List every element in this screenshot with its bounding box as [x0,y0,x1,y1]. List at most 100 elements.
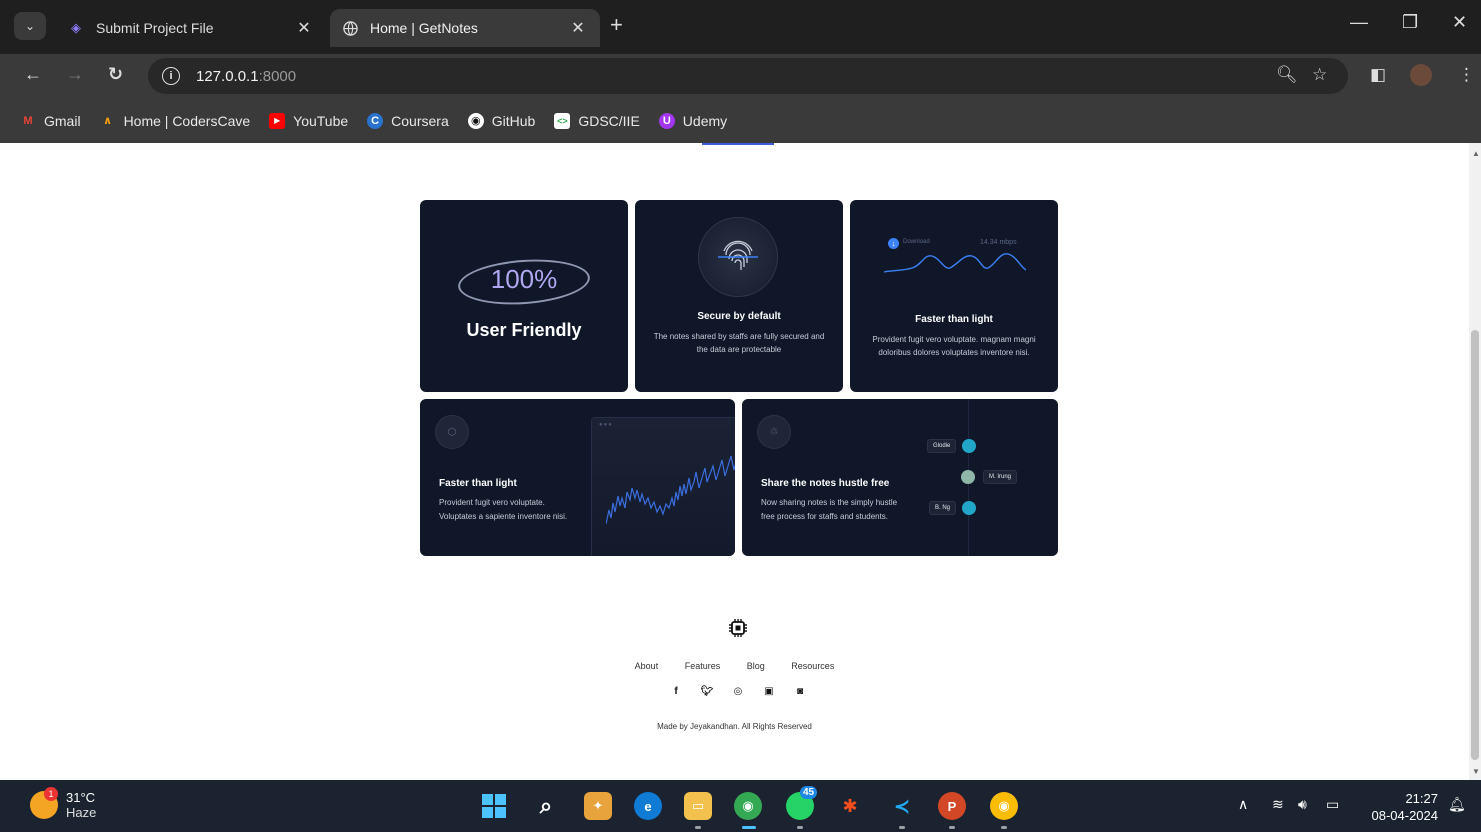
volume-icon[interactable]: 🔊︎ [1298,796,1307,813]
card-title: Secure by default [697,311,781,322]
scroll-up-icon[interactable]: ▲ [1472,149,1480,158]
footer-links: About Features Blog Resources [0,661,1469,671]
bookmark-youtube[interactable]: ▶ YouTube [269,112,349,129]
person-bng: B. Ng [929,501,977,515]
card-description: Provident fugit vero voluptate. Voluptat… [439,498,568,521]
figma-icon[interactable]: ✱ [836,792,864,820]
card-description: The notes shared by staffs are fully sec… [653,332,825,354]
chip-logo-icon[interactable] [728,618,748,638]
app-running-indicator [1001,826,1007,829]
powerpoint-icon[interactable]: P [938,792,966,820]
bookmark-label: Udemy [682,112,728,129]
menu-icon[interactable]: ⋮ [1458,65,1475,85]
new-tab-icon[interactable]: + [610,12,623,38]
feature-card-share: ♲ Share the notes hustle free Now sharin… [742,399,1058,556]
footer-link-blog[interactable]: Blog [747,661,765,671]
chrome-profile-icon[interactable]: ◉ [990,792,1018,820]
notification-bell-icon[interactable]: 🔔︎ [1448,796,1466,813]
wifi-icon[interactable]: ≋ [1272,796,1284,813]
profile-avatar[interactable] [1410,64,1432,86]
avatar [962,501,977,515]
github-icon[interactable]: ◎ [730,686,746,700]
speed-wave [884,253,1026,273]
bookmark-gmail[interactable]: M Gmail [20,113,80,129]
site-info-icon[interactable]: i [162,67,180,85]
tab-strip: ⌄ ◈ Submit Project File ✕ Home | GetNote… [0,0,1481,54]
footer-link-features[interactable]: Features [685,661,721,671]
footer-link-resources[interactable]: Resources [791,661,834,671]
reload-icon[interactable]: ↻ [108,64,123,85]
window-dots: ●●● [599,422,613,428]
app-running-indicator [949,826,955,829]
zoom-icon[interactable]: 🔍︎ [1276,65,1298,85]
gdsc-icon: <> [554,112,571,129]
tab-getnotes[interactable]: Home | GetNotes ✕ [330,9,600,47]
bookmark-gdsc[interactable]: <> GDSC/IIE [554,112,640,129]
feature-card-faster: ↓ Download 14.34 mbps Faster than light … [850,200,1058,392]
address-bar[interactable]: i 127.0.0.1:8000 [148,58,1348,94]
app-active-indicator [742,826,756,829]
card-title: Share the notes hustle free [761,478,890,489]
weather-badge: 1 [44,787,58,801]
restore-icon[interactable]: ❐ [1402,12,1418,33]
tab-title: Home | GetNotes [370,20,478,36]
footer-social: f 🐦︎ ◎ ▣ ◙ [668,686,823,700]
page-scrollbar[interactable]: ▲ ▼ [1469,143,1481,780]
footer-link-about[interactable]: About [635,661,659,671]
scroll-thumb[interactable] [1471,330,1479,760]
person-glodie: Glodie [927,439,977,453]
submit-favicon-icon: ◈ [71,20,81,35]
globe-icon [342,20,358,36]
bookmark-star-icon[interactable]: ☆ [1312,65,1327,85]
instagram-icon[interactable]: ◙ [792,686,808,700]
bookmark-label: Home | CodersCave [123,112,251,129]
copilot-preview-icon[interactable]: ✦ [584,792,612,820]
bookmark-label: YouTube [293,112,349,129]
person-label: M. Irung [983,470,1018,484]
file-explorer-icon[interactable]: ▭ [684,792,712,820]
whatsapp-icon[interactable]: 45 [786,786,818,820]
side-panel-icon[interactable]: ◧ [1370,65,1386,85]
edge-icon[interactable]: e [634,792,662,820]
back-icon[interactable]: ← [24,64,42,85]
twitter-icon[interactable]: 🐦︎ [699,686,715,700]
tab-close-icon[interactable]: ✕ [294,18,314,38]
url-host: 127.0.0.1 [196,67,259,85]
app-running-indicator [797,826,803,829]
bookmark-github[interactable]: ◉ GitHub [467,112,536,129]
udemy-icon: U [658,112,675,129]
windows-taskbar: 1 31°C Haze ⌕ ✦ e ▭ ◉ 45 ✱ ≺ P ◉ ∧ ≋ 🔊︎ … [0,780,1481,832]
person-irung: M. Irung [961,470,1018,484]
bookmark-label: GitHub [491,112,536,129]
linkedin-icon[interactable]: ▣ [761,686,777,700]
tab-submit-project[interactable]: ◈ Submit Project File ✕ [56,9,326,47]
weather-haze-icon: 1 [30,787,58,819]
tab-close-icon[interactable]: ✕ [568,18,588,38]
bookmark-udemy[interactable]: U Udemy [658,112,728,129]
youtube-icon: ▶ [269,112,286,129]
bookmark-coursera[interactable]: C Coursera [367,112,449,129]
download-label: Download [903,239,930,245]
weather-widget[interactable]: 1 31°C Haze [30,787,97,820]
scroll-down-icon[interactable]: ▼ [1472,767,1480,776]
tab-search-button[interactable]: ⌄ [14,12,46,40]
forward-icon[interactable]: → [66,64,84,85]
windows-start-icon[interactable] [480,792,508,820]
close-window-icon[interactable]: ✕ [1452,12,1467,33]
app-running-indicator [695,826,701,829]
chart-window: ●●● [591,417,735,556]
search-icon[interactable]: ⌕ [532,792,560,820]
fingerprint-icon [698,217,778,297]
coursera-icon: C [367,112,384,129]
facebook-icon[interactable]: f [668,686,684,700]
bookmark-coderscave[interactable]: ∧ Home | CodersCave [100,112,251,129]
battery-icon[interactable]: ▭ [1326,796,1339,813]
bookmarks-bar: M Gmail ∧ Home | CodersCave ▶ YouTube C … [0,98,1481,143]
hexagon-icon: ⬡ [435,415,469,449]
weather-desc: Haze [66,805,97,820]
tray-overflow-icon[interactable]: ∧ [1238,796,1248,813]
chrome-icon[interactable]: ◉ [734,792,762,820]
vscode-icon[interactable]: ≺ [888,792,916,820]
minimize-icon[interactable]: — [1350,12,1368,33]
clock[interactable]: 21:27 08-04-2024 [1352,790,1439,824]
